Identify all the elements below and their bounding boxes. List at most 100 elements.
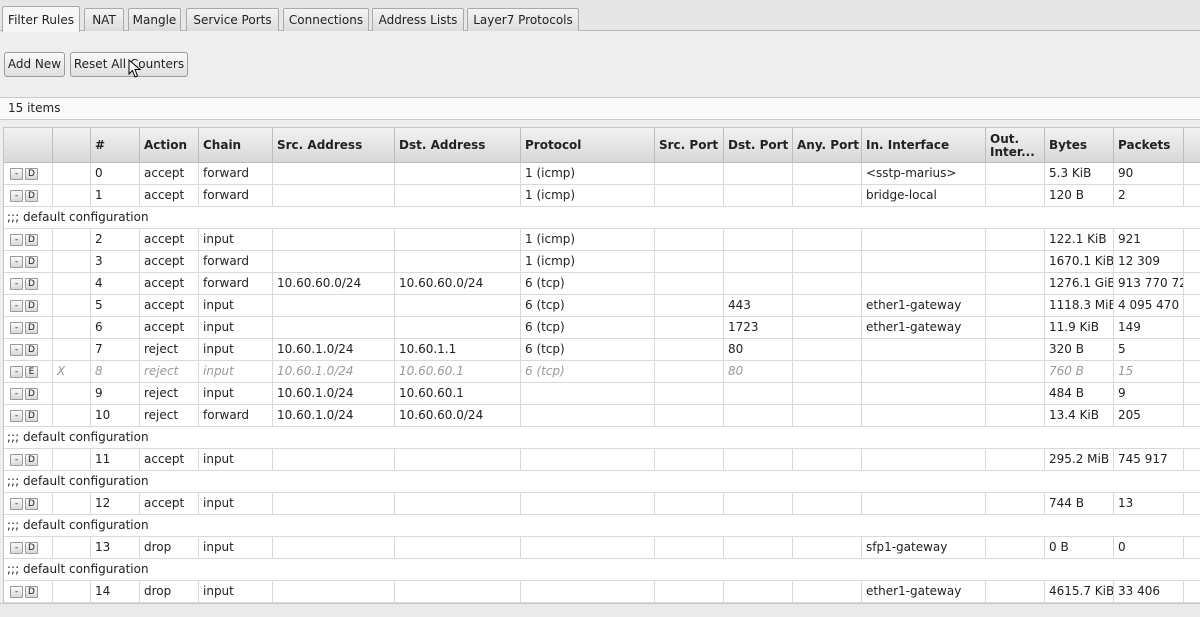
cell-any-port: [793, 449, 862, 470]
item-count: 15 items: [0, 97, 1200, 120]
table-row[interactable]: - D 9 reject input 10.60.1.0/24 10.60.60.1 484 …: [4, 383, 1200, 405]
disable-rule-button[interactable]: D: [25, 234, 38, 246]
table-row[interactable]: - D 5 accept input 6 (tcp) 443 ether1-gateway 11…: [4, 295, 1200, 317]
remove-rule-button[interactable]: -: [10, 168, 23, 180]
remove-rule-button[interactable]: -: [10, 256, 23, 268]
cell-src-address: [273, 295, 395, 316]
tab-nat[interactable]: NAT: [84, 8, 124, 31]
table-row[interactable]: - E X 8 reject input 10.60.1.0/24 10.60.60.1 6 (…: [4, 361, 1200, 383]
tab-address-lists[interactable]: Address Lists: [372, 8, 464, 31]
table-row[interactable]: - D 3 accept forward 1 (icmp) 1670.1 KiB 12 309: [4, 251, 1200, 273]
cell-any-port: [793, 251, 862, 272]
disable-rule-button[interactable]: D: [25, 498, 38, 510]
col-header-src-port[interactable]: Src. Port: [655, 128, 724, 163]
col-header-out-interface[interactable]: Out. Inter...: [986, 128, 1045, 163]
table-row[interactable]: - D 7 reject input 10.60.1.0/24 10.60.1.1 6 (tc…: [4, 339, 1200, 361]
cell-dst-address: 10.60.60.1: [395, 361, 521, 382]
table-row[interactable]: - D 1 accept forward 1 (icmp) bridge-local 120 …: [4, 185, 1200, 207]
table-row[interactable]: - D 12 accept input 744 B 13: [4, 493, 1200, 515]
table-row[interactable]: - D 0 accept forward 1 (icmp) <sstp-marius> 5.3…: [4, 163, 1200, 185]
disable-rule-button[interactable]: D: [25, 388, 38, 400]
rule-flag: [53, 185, 91, 206]
cell-packets: 12 309: [1114, 251, 1184, 272]
disable-rule-button[interactable]: D: [25, 410, 38, 422]
col-header-flag[interactable]: [53, 128, 91, 163]
cell-number: 13: [91, 537, 140, 558]
enable-rule-button[interactable]: E: [25, 366, 38, 378]
add-new-button[interactable]: Add New: [4, 52, 65, 77]
remove-rule-button[interactable]: -: [10, 234, 23, 246]
table-row[interactable]: - D 6 accept input 6 (tcp) 1723 ether1-gateway 1…: [4, 317, 1200, 339]
remove-rule-button[interactable]: -: [10, 300, 23, 312]
disable-rule-button[interactable]: D: [25, 278, 38, 290]
table-row[interactable]: - D 10 reject forward 10.60.1.0/24 10.60.60.0/…: [4, 405, 1200, 427]
cell-protocol: 1 (icmp): [521, 163, 655, 184]
tab-layer7-protocols[interactable]: Layer7 Protocols: [467, 8, 579, 31]
cell-src-address: [273, 163, 395, 184]
status-bar: [0, 603, 1200, 617]
col-header-number[interactable]: #: [91, 128, 140, 163]
remove-rule-button[interactable]: -: [10, 454, 23, 466]
remove-rule-button[interactable]: -: [10, 542, 23, 554]
comment-row: ;;; default configuration: [4, 559, 1200, 581]
table-row[interactable]: - D 11 accept input 295.2 MiB 745 917: [4, 449, 1200, 471]
remove-rule-button[interactable]: -: [10, 410, 23, 422]
remove-rule-button[interactable]: -: [10, 366, 23, 378]
col-header-bytes[interactable]: Bytes: [1045, 128, 1114, 163]
disable-rule-button[interactable]: D: [25, 586, 38, 598]
disable-rule-button[interactable]: D: [25, 168, 38, 180]
disable-rule-button[interactable]: D: [25, 256, 38, 268]
col-header-protocol[interactable]: Protocol: [521, 128, 655, 163]
table-row[interactable]: - D 13 drop input sfp1-gateway 0 B0: [4, 537, 1200, 559]
cell-in-interface: [862, 449, 986, 470]
table-row[interactable]: - D 2 accept input 1 (icmp) 122.1 KiB 921: [4, 229, 1200, 251]
disable-rule-button[interactable]: D: [25, 344, 38, 356]
remove-rule-button[interactable]: -: [10, 278, 23, 290]
row-controls: -D: [4, 493, 53, 514]
cell-chain: input: [199, 537, 273, 558]
tab-connections[interactable]: Connections: [283, 8, 369, 31]
col-header-chain[interactable]: Chain: [199, 128, 273, 163]
cell-src-port: [655, 251, 724, 272]
comment-row: ;;; default configuration: [4, 515, 1200, 537]
tab-bar: Filter Rules NAT Mangle Service Ports Co…: [0, 0, 1200, 32]
col-header-ctl[interactable]: [4, 128, 53, 163]
col-header-src-address[interactable]: Src. Address: [273, 128, 395, 163]
cell-bytes: 1276.1 GiB: [1045, 273, 1114, 294]
col-header-dst-port[interactable]: Dst. Port: [724, 128, 793, 163]
remove-rule-button[interactable]: -: [10, 388, 23, 400]
cell-in-interface: [862, 493, 986, 514]
cell-in-interface: [862, 405, 986, 426]
remove-rule-button[interactable]: -: [10, 344, 23, 356]
row-filler: [1184, 251, 1200, 272]
disable-rule-button[interactable]: D: [25, 190, 38, 202]
cell-chain: forward: [199, 405, 273, 426]
col-header-in-interface[interactable]: In. Interface: [862, 128, 986, 163]
tab-mangle[interactable]: Mangle: [128, 8, 181, 31]
disable-rule-button[interactable]: D: [25, 300, 38, 312]
remove-rule-button[interactable]: -: [10, 322, 23, 334]
comment-row: ;;; default configuration: [4, 427, 1200, 449]
table-row[interactable]: - D 14 drop input ether1-gateway 4615.7 KiB 33 …: [4, 581, 1200, 603]
table-row[interactable]: - D 4 accept forward 10.60.60.0/24 10.60.60.0/…: [4, 273, 1200, 295]
comment-row: ;;; default configuration: [4, 207, 1200, 229]
remove-rule-button[interactable]: -: [10, 498, 23, 510]
col-header-packets[interactable]: Packets: [1114, 128, 1184, 163]
cell-dst-port: [724, 383, 793, 404]
cell-out-interface: [986, 405, 1045, 426]
col-header-filler: [1184, 128, 1200, 163]
cell-any-port: [793, 229, 862, 250]
disable-rule-button[interactable]: D: [25, 542, 38, 554]
cell-packets: 4 095 470: [1114, 295, 1184, 316]
tab-filter-rules[interactable]: Filter Rules: [2, 6, 80, 32]
disable-rule-button[interactable]: D: [25, 322, 38, 334]
col-header-action[interactable]: Action: [140, 128, 199, 163]
col-header-dst-address[interactable]: Dst. Address: [395, 128, 521, 163]
remove-rule-button[interactable]: -: [10, 586, 23, 598]
remove-rule-button[interactable]: -: [10, 190, 23, 202]
tab-service-ports[interactable]: Service Ports: [186, 8, 279, 31]
disable-rule-button[interactable]: D: [25, 454, 38, 466]
cell-dst-address: [395, 449, 521, 470]
cell-in-interface: [862, 383, 986, 404]
col-header-any-port[interactable]: Any. Port: [793, 128, 862, 163]
